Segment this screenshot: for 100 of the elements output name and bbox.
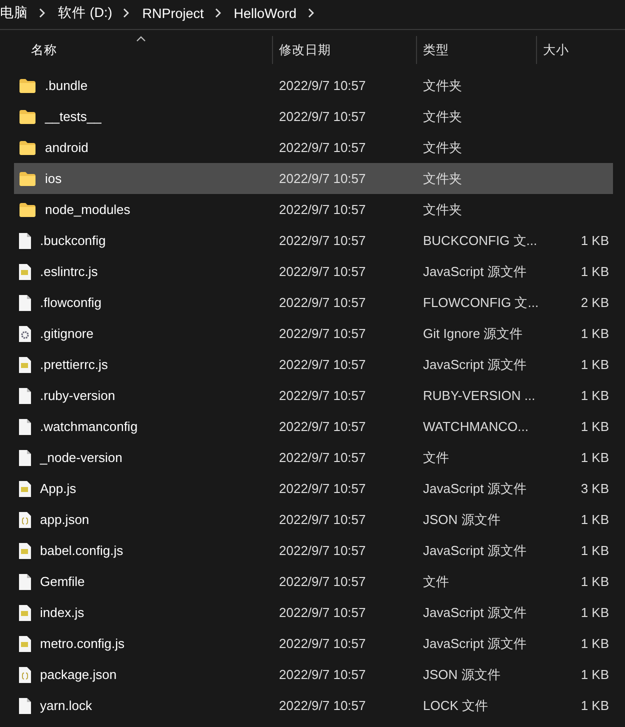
file-size: 1 KB <box>580 388 609 403</box>
file-type: BUCKCONFIG 文... <box>423 232 538 248</box>
file-row[interactable]: .buckconfig 2022/9/7 10:57 BUCKCONFIG 文... 1 KB <box>14 225 613 256</box>
file-size: 1 KB <box>580 419 609 434</box>
file-name: index.js <box>40 605 84 620</box>
file-size: 1 KB <box>580 543 609 558</box>
column-header[interactable]: 名称 <box>0 36 272 64</box>
file-row[interactable]: _node-version 2022/9/7 10:57 文件 1 KB <box>14 442 613 473</box>
file-size: 3 KB <box>580 481 609 496</box>
file-name: .gitignore <box>40 326 94 341</box>
document-icon <box>19 450 31 466</box>
file-size: 1 KB <box>580 450 609 465</box>
breadcrumb-item[interactable]: RNProject <box>142 6 204 20</box>
chevron-icon[interactable] <box>38 8 46 18</box>
file-name: yarn.lock <box>40 698 92 713</box>
file-name: babel.config.js <box>40 543 124 558</box>
file-type: 文件夹 <box>423 140 462 154</box>
chevron-icon[interactable] <box>214 8 222 18</box>
modified-date: 2022/9/7 10:57 <box>279 233 366 248</box>
breadcrumb-item[interactable]: 电脑 <box>0 4 28 22</box>
file-name: .prettierrc.js <box>40 357 108 372</box>
modified-date: 2022/9/7 10:57 <box>279 171 366 186</box>
column-header[interactable]: 大小 <box>536 36 625 64</box>
modified-date: 2022/9/7 10:57 <box>279 202 366 217</box>
document-icon <box>19 574 31 590</box>
file-name: metro.config.js <box>40 636 125 651</box>
file-row[interactable]: .flowconfig 2022/9/7 10:57 FLOWCONFIG 文... 2 KB <box>14 287 613 318</box>
folder-icon <box>19 202 36 216</box>
file-row[interactable]: .bundle 2022/9/7 10:57 文件夹 <box>14 70 613 101</box>
document-icon <box>19 294 31 310</box>
file-name: .buckconfig <box>40 233 106 248</box>
file-row[interactable]: index.js 2022/9/7 10:57 JavaScript 源文件 1 KB <box>14 597 613 628</box>
file-type: 文件 <box>423 450 449 464</box>
file-type: JSON 源文件 <box>423 512 500 526</box>
file-size: 1 KB <box>580 574 609 589</box>
js-file-icon <box>19 356 31 372</box>
file-type: 文件夹 <box>423 170 462 186</box>
settings-file-icon <box>19 326 31 342</box>
file-type: JavaScript 源文件 <box>423 356 526 372</box>
file-type: JSON 源文件 <box>423 666 500 682</box>
file-row[interactable]: android 2022/9/7 10:57 文件夹 <box>14 132 613 163</box>
breadcrumb-item[interactable]: HelloWord <box>234 6 297 20</box>
file-name: package.json <box>40 667 117 682</box>
file-size: 1 KB <box>580 698 609 713</box>
folder-icon <box>19 110 36 124</box>
document-icon <box>19 232 31 248</box>
file-name: App.js <box>40 481 76 496</box>
file-row[interactable]: yarn.lock 2022/9/7 10:57 LOCK 文件 1 KB <box>14 690 613 721</box>
file-name: node_modules <box>45 202 130 217</box>
file-row[interactable]: .eslintrc.js 2022/9/7 10:57 JavaScript 源文件 1 KB <box>14 256 613 287</box>
chevron-icon[interactable] <box>306 8 315 18</box>
breadcrumb-item[interactable]: 软件 (D:) <box>58 4 112 22</box>
file-name: .eslintrc.js <box>40 264 98 279</box>
file-size: 1 KB <box>580 512 609 527</box>
file-name: _node-version <box>40 450 122 465</box>
file-name: .bundle <box>45 78 88 93</box>
file-row[interactable]: package.json 2022/9/7 10:57 JSON 源文件 1 KB <box>14 659 613 690</box>
file-row[interactable]: App.js 2022/9/7 10:57 JavaScript 源文件 3 KB <box>14 473 613 504</box>
file-type: WATCHMANCO... <box>423 419 528 434</box>
file-size: 1 KB <box>580 326 609 341</box>
file-name: __tests__ <box>45 109 102 124</box>
document-icon <box>19 388 31 404</box>
file-name: Gemfile <box>40 574 85 589</box>
file-row[interactable]: Gemfile 2022/9/7 10:57 文件 1 KB <box>14 566 613 597</box>
column-header[interactable]: 类型 <box>416 36 536 64</box>
document-icon <box>19 698 31 714</box>
column-header[interactable]: 修改日期 <box>272 36 416 64</box>
file-row[interactable]: .ruby-version 2022/9/7 10:57 RUBY-VERSION ... 1 KB <box>14 380 613 411</box>
file-type: LOCK 文件 <box>423 698 488 712</box>
file-type: FLOWCONFIG 文... <box>423 294 539 310</box>
file-type: 文件夹 <box>423 202 462 216</box>
file-type: 文件 <box>423 574 449 588</box>
modified-date: 2022/9/7 10:57 <box>279 636 366 651</box>
file-type: 文件夹 <box>423 108 462 124</box>
file-type: RUBY-VERSION ... <box>423 388 536 403</box>
file-row[interactable]: metro.config.js 2022/9/7 10:57 JavaScript 源文件 1 KB <box>14 628 613 659</box>
file-type: JavaScript 源文件 <box>423 264 526 278</box>
chevron-icon[interactable] <box>122 8 130 18</box>
modified-date: 2022/9/7 10:57 <box>279 512 366 527</box>
file-type: JavaScript 源文件 <box>423 604 526 620</box>
modified-date: 2022/9/7 10:57 <box>279 698 366 713</box>
modified-date: 2022/9/7 10:57 <box>279 109 366 124</box>
modified-date: 2022/9/7 10:57 <box>279 78 366 93</box>
file-size: 1 KB <box>580 667 609 682</box>
modified-date: 2022/9/7 10:57 <box>279 295 366 310</box>
file-row[interactable]: ios 2022/9/7 10:57 文件夹 <box>14 163 613 194</box>
file-name: .ruby-version <box>40 388 116 403</box>
file-row[interactable]: babel.config.js 2022/9/7 10:57 JavaScript 源文件 1 KB <box>14 535 613 566</box>
file-row[interactable]: .watchmanconfig 2022/9/7 10:57 WATCHMANCO... 1 KB <box>14 411 613 442</box>
file-row[interactable]: .gitignore 2022/9/7 10:57 Git Ignore 源文件 1 KB <box>14 318 613 349</box>
file-type: JavaScript 源文件 <box>423 636 526 650</box>
modified-date: 2022/9/7 10:57 <box>279 388 366 403</box>
file-row[interactable]: app.json 2022/9/7 10:57 JSON 源文件 1 KB <box>14 504 613 535</box>
file-row[interactable]: node_modules 2022/9/7 10:57 文件夹 <box>14 194 613 225</box>
file-row[interactable]: __tests__ 2022/9/7 10:57 文件夹 <box>14 101 613 132</box>
file-row[interactable]: .prettierrc.js 2022/9/7 10:57 JavaScript 源文件 1 KB <box>14 349 613 380</box>
modified-date: 2022/9/7 10:57 <box>279 264 366 279</box>
file-type: JavaScript 源文件 <box>423 480 526 496</box>
file-size: 1 KB <box>580 605 609 620</box>
file-size: 1 KB <box>580 357 609 372</box>
